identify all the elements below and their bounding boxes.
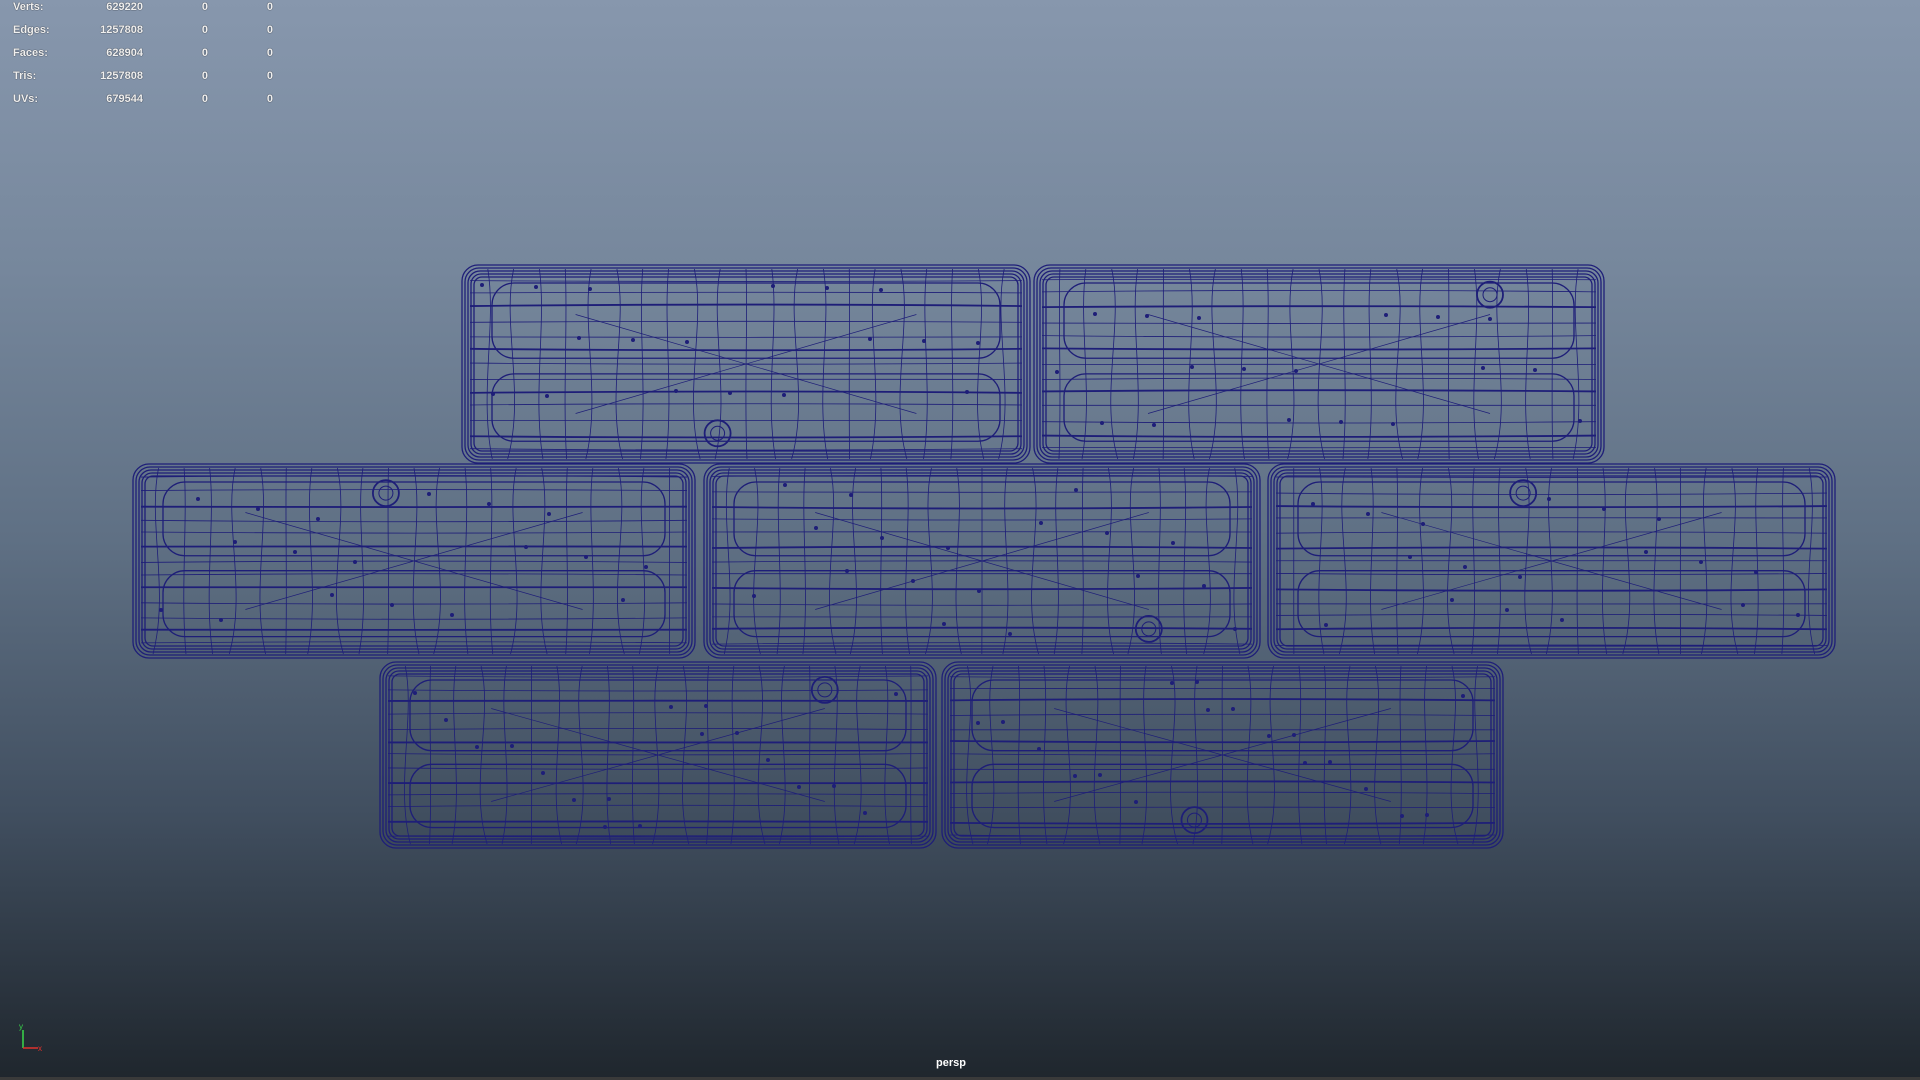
hud-label: Faces: xyxy=(13,47,48,59)
view-axis-icon: y x xyxy=(19,1022,42,1052)
brick-mesh[interactable] xyxy=(1267,463,1836,659)
brick-mesh[interactable] xyxy=(1033,264,1605,464)
hud-value-component: 0 xyxy=(266,93,273,105)
hud-value-scene: 1257808 xyxy=(100,24,143,36)
hud-value-scene: 628904 xyxy=(106,47,143,59)
hud-value-selected: 0 xyxy=(201,24,208,36)
hud-value-scene: 629220 xyxy=(106,1,143,13)
brick-wall-wireframe[interactable] xyxy=(0,0,1920,1080)
hud-row-faces: Faces: 628904 0 0 xyxy=(13,46,273,69)
hud-row-verts: Verts: 629220 0 0 xyxy=(13,0,273,23)
brick-mesh[interactable] xyxy=(941,661,1504,849)
hud-value-selected: 0 xyxy=(201,93,208,105)
hud-value-component: 0 xyxy=(266,47,273,59)
hud-value-selected: 0 xyxy=(201,1,208,13)
hud-row-edges: Edges: 1257808 0 0 xyxy=(13,23,273,46)
brick-mesh[interactable] xyxy=(703,463,1261,659)
hud-row-tris: Tris: 1257808 0 0 xyxy=(13,69,273,92)
hud-value-component: 0 xyxy=(266,24,273,36)
hud-value-selected: 0 xyxy=(201,70,208,82)
hud-row-uvs: UVs: 679544 0 0 xyxy=(13,92,273,115)
camera-name-label: persp xyxy=(936,1057,966,1069)
hud-label: Tris: xyxy=(13,70,37,82)
hud-value-selected: 0 xyxy=(201,47,208,59)
hud-value-scene: 679544 xyxy=(106,93,143,105)
hud-label: UVs: xyxy=(13,93,39,105)
brick-mesh[interactable] xyxy=(132,463,696,659)
hud-label: Verts: xyxy=(13,1,44,13)
3d-viewport[interactable]: Verts: 629220 0 0 Edges: 1257808 0 0 Fac… xyxy=(0,0,1920,1080)
y-axis-label: y xyxy=(19,1022,23,1031)
hud-label: Edges: xyxy=(13,24,50,36)
brick-mesh[interactable] xyxy=(461,264,1031,464)
hud-value-scene: 1257808 xyxy=(100,70,143,82)
poly-count-hud: Verts: 629220 0 0 Edges: 1257808 0 0 Fac… xyxy=(13,0,273,115)
brick-mesh[interactable] xyxy=(379,661,937,849)
x-axis-label: x xyxy=(38,1044,42,1052)
hud-value-component: 0 xyxy=(266,70,273,82)
hud-value-component: 0 xyxy=(266,1,273,13)
